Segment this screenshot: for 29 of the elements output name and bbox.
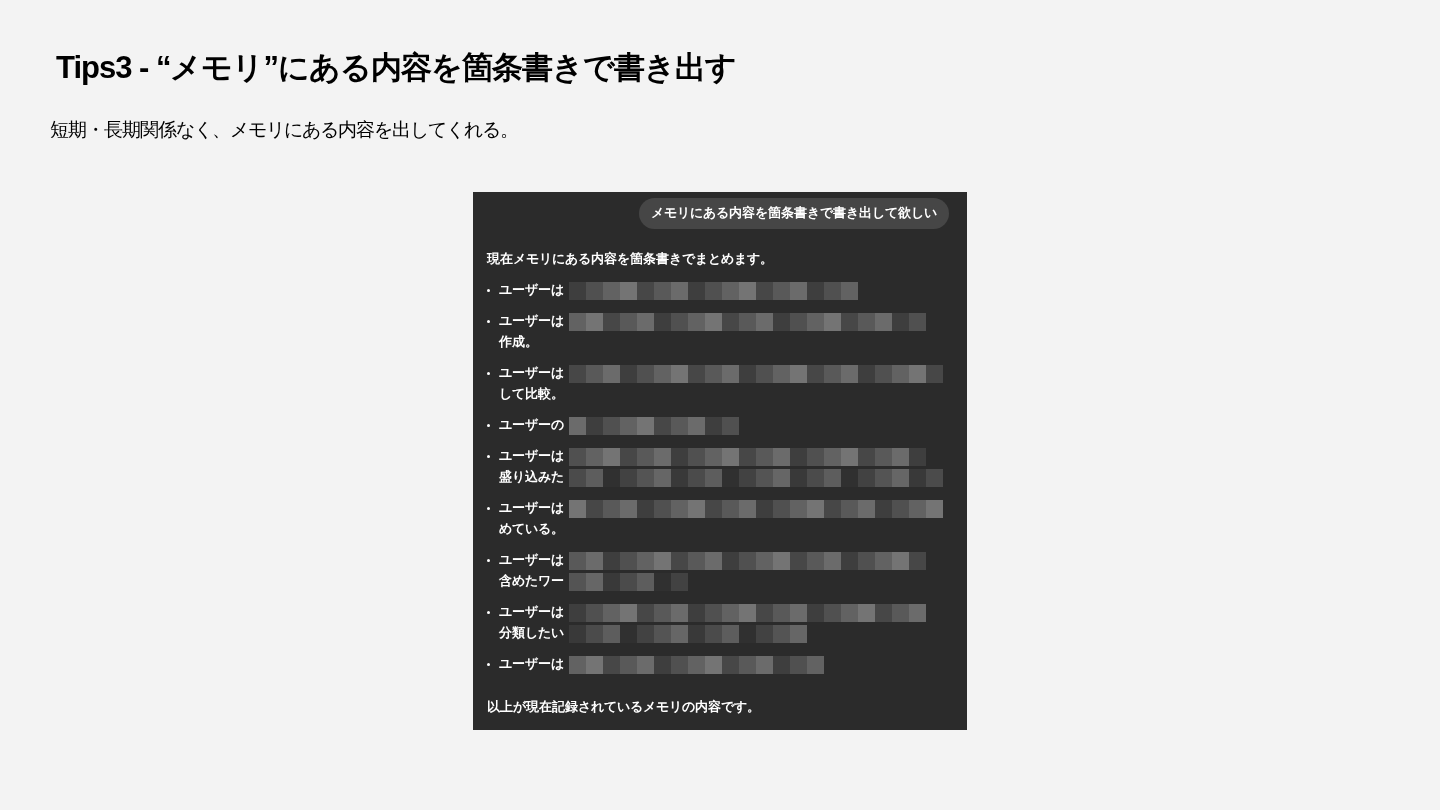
bullet-icon <box>487 507 490 510</box>
user-message: メモリにある内容を箇条書きで書き出して欲しい <box>639 198 949 229</box>
bullet-icon <box>487 663 490 666</box>
bullet-icon <box>487 424 490 427</box>
memory-item-text: 分類したい <box>499 625 565 642</box>
reply-intro: 現在メモリにある内容を箇条書きでまとめます。 <box>487 251 774 268</box>
bullet-icon <box>487 289 490 292</box>
memory-item-text: ユーザーの <box>499 417 565 434</box>
memory-item-text: ユーザーは <box>499 552 565 569</box>
memory-item-text: 盛り込みた <box>499 469 565 486</box>
memory-item-text: 含めたワー <box>499 573 565 590</box>
memory-item-text: ユーザーは <box>499 313 565 330</box>
memory-item-text: して比較。 <box>499 386 565 403</box>
bullet-icon <box>487 559 490 562</box>
memory-item-text: ユーザーは <box>499 656 565 673</box>
memory-item-text: ユーザーは <box>499 282 565 299</box>
memory-item-text: ユーザーは <box>499 448 565 465</box>
memory-item-text: ユーザーは <box>499 365 565 382</box>
slide-subtitle: 短期・長期関係なく、メモリにある内容を出してくれる。 <box>50 117 519 142</box>
bullet-icon <box>487 372 490 375</box>
slide-title: Tips3 - “メモリ”にある内容を箇条書きで書き出す <box>56 49 737 87</box>
bullet-icon <box>487 611 490 614</box>
memory-item-text: ユーザーは <box>499 500 565 517</box>
memory-item-text: 作成。 <box>499 334 539 351</box>
bullet-icon <box>487 455 490 458</box>
bullet-icon <box>487 320 490 323</box>
memory-item-text: めている。 <box>499 521 565 538</box>
reply-outro: 以上が現在記録されているメモリの内容です。 <box>487 699 761 716</box>
memory-item-text: ユーザーは <box>499 604 565 621</box>
